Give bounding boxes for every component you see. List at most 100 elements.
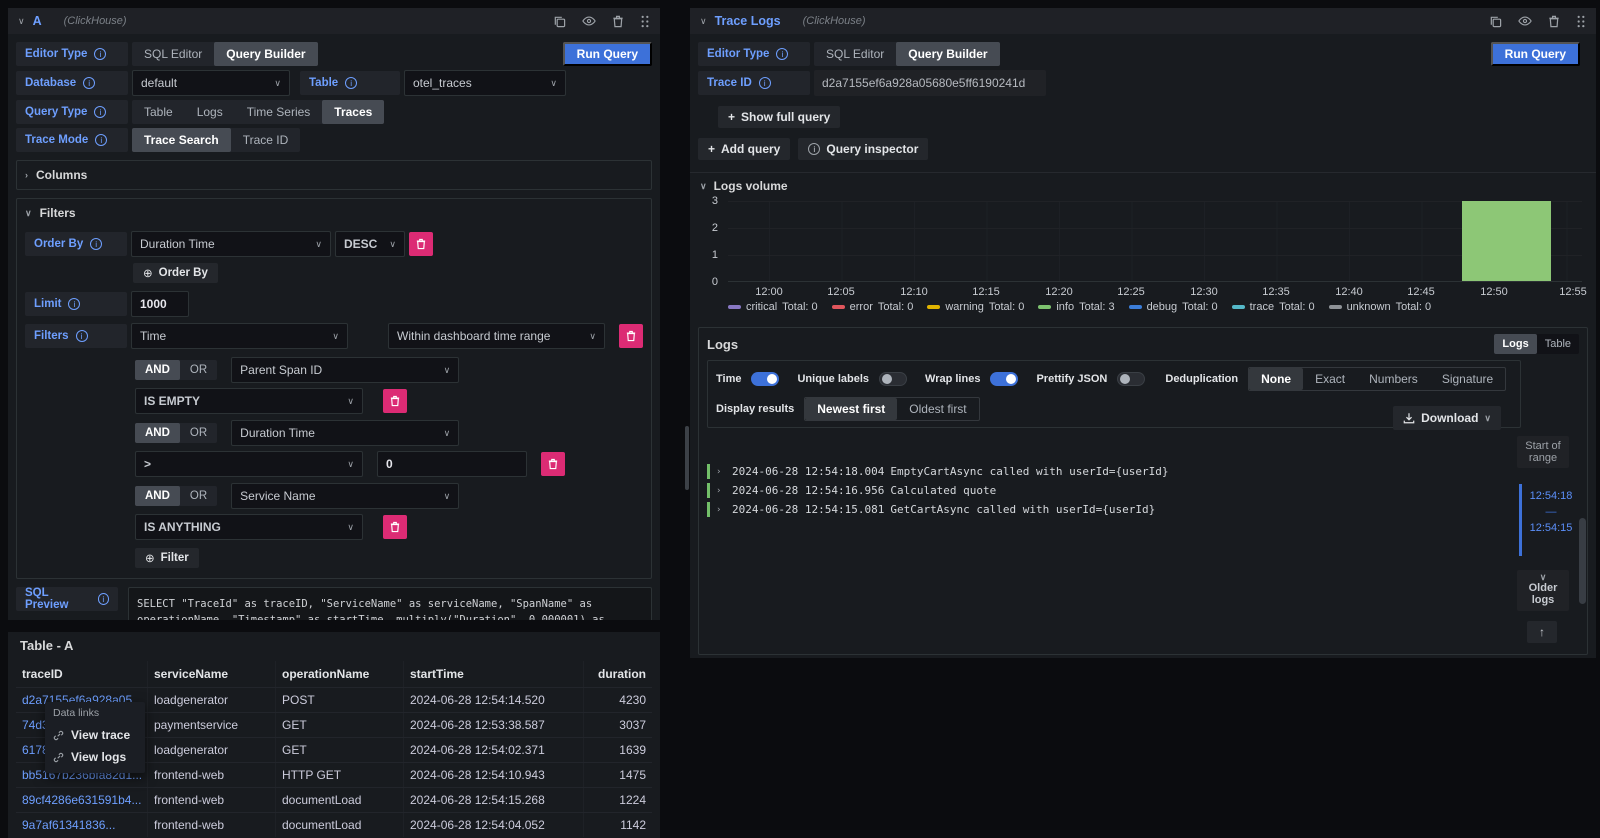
eye-icon[interactable] [1518,15,1532,27]
info-icon[interactable]: i [98,593,109,605]
trash-icon[interactable] [1548,15,1560,28]
scrollbar-thumb[interactable] [1579,518,1586,604]
col-starttime[interactable]: startTime [403,661,583,687]
unique-labels-toggle[interactable] [879,372,907,386]
trace-id-option[interactable]: Trace ID [231,128,301,152]
info-icon[interactable]: i [759,77,771,89]
trace-logs-header[interactable]: ∨ Trace Logs (ClickHouse) [690,8,1596,34]
query-builder-option[interactable]: Query Builder [896,42,999,66]
trace-id-link[interactable]: 9a7af61341836... [16,813,147,837]
info-icon[interactable]: i [76,330,88,342]
and-option[interactable]: AND [135,360,180,380]
query-builder-option[interactable]: Query Builder [214,42,317,66]
query-type-traces[interactable]: Traces [322,100,384,124]
columns-section[interactable]: ›Columns [16,160,652,190]
scrollbar-thumb[interactable] [685,426,689,490]
legend-item[interactable]: unknownTotal: 0 [1329,301,1432,313]
filter-range-select[interactable]: Within dashboard time range∨ [388,323,605,349]
older-logs-button[interactable]: ∨ Older logs [1517,570,1569,611]
drag-handle-icon[interactable] [640,15,650,28]
order-by-field-select[interactable]: Duration Time∨ [131,231,331,257]
dedup-numbers-option[interactable]: Numbers [1357,368,1430,390]
scroll-to-top-button[interactable]: ↑ [1527,621,1557,643]
info-icon[interactable]: i [94,106,106,118]
info-icon[interactable]: i [776,48,788,60]
col-operationname[interactable]: operationName [275,661,403,687]
info-logs-bar[interactable] [1462,201,1551,281]
drag-handle-icon[interactable] [1576,15,1586,28]
log-timeline[interactable]: 12:54:18 — 12:54:15 [1517,484,1573,556]
table-select[interactable]: otel_traces∨ [404,70,566,96]
condition-value-input[interactable]: 0 [377,451,527,477]
col-duration[interactable]: duration [583,661,652,687]
copy-icon[interactable] [1489,15,1502,28]
legend-item[interactable]: infoTotal: 3 [1038,301,1114,313]
and-option[interactable]: AND [135,486,180,506]
legend-item[interactable]: warningTotal: 0 [927,301,1024,313]
chart-plot-area[interactable] [728,201,1582,282]
wrap-lines-toggle[interactable] [990,372,1018,386]
legend-item[interactable]: debugTotal: 0 [1129,301,1218,313]
sql-editor-option[interactable]: SQL Editor [814,42,896,66]
log-line[interactable]: › 2024-06-28 12:54:15.081 GetCartAsync c… [707,500,1579,519]
condition-operator-select[interactable]: >∨ [135,451,363,477]
collapse-chevron-icon[interactable]: ∨ [700,17,707,26]
oldest-first-option[interactable]: Oldest first [897,398,978,420]
and-option[interactable]: AND [135,423,180,443]
dedup-none-option[interactable]: None [1249,368,1303,390]
order-by-direction-select[interactable]: DESC∨ [335,231,405,257]
dedup-exact-option[interactable]: Exact [1303,368,1357,390]
info-icon[interactable]: i [83,77,95,89]
view-logs-option[interactable]: Logs [1494,334,1536,354]
view-trace-link[interactable]: View trace [53,724,137,746]
download-button[interactable]: Download ∨ [1393,406,1501,430]
condition-field-select[interactable]: Duration Time∨ [231,420,459,446]
trace-id-input[interactable]: d2a7155ef6a928a05680e5ff6190241d [814,70,1046,96]
view-logs-link[interactable]: View logs [53,746,137,768]
info-icon[interactable]: i [90,238,102,250]
query-type-timeseries[interactable]: Time Series [235,100,323,124]
remove-condition-button[interactable] [383,389,407,413]
remove-condition-button[interactable] [541,452,565,476]
prettify-json-toggle[interactable] [1117,372,1145,386]
remove-order-by-button[interactable] [409,232,433,256]
add-filter-button[interactable]: ⊕Filter [135,548,199,568]
copy-icon[interactable] [553,15,566,28]
legend-item[interactable]: traceTotal: 0 [1232,301,1315,313]
eye-icon[interactable] [582,15,596,27]
info-icon[interactable]: i [68,298,80,310]
dedup-signature-option[interactable]: Signature [1430,368,1505,390]
info-icon[interactable]: i [95,134,107,146]
logs-volume-header[interactable]: ∨ Logs volume [690,173,1596,197]
condition-field-select[interactable]: Service Name∨ [231,483,459,509]
trash-icon[interactable] [612,15,624,28]
col-servicename[interactable]: serviceName [147,661,275,687]
col-traceid[interactable]: traceID [16,661,147,687]
log-line[interactable]: › 2024-06-28 12:54:16.956 Calculated quo… [707,481,1579,500]
condition-field-select[interactable]: Parent Span ID∨ [231,357,459,383]
sql-editor-option[interactable]: SQL Editor [132,42,214,66]
or-option[interactable]: OR [180,360,217,380]
add-order-by-button[interactable]: ⊕Order By [133,263,218,283]
info-icon[interactable]: i [345,77,357,89]
show-full-query-button[interactable]: +Show full query [718,106,840,128]
time-toggle[interactable] [751,372,779,386]
filter-field-select[interactable]: Time∨ [131,323,348,349]
database-select[interactable]: default∨ [132,70,290,96]
query-type-table[interactable]: Table [132,100,185,124]
collapse-chevron-icon[interactable]: ∨ [18,17,25,26]
or-option[interactable]: OR [180,486,217,506]
info-icon[interactable]: i [94,48,106,60]
limit-input[interactable]: 1000 [131,291,189,317]
trace-search-option[interactable]: Trace Search [132,128,231,152]
query-type-logs[interactable]: Logs [185,100,235,124]
condition-operator-select[interactable]: IS ANYTHING∨ [135,514,363,540]
expand-chevron-icon[interactable]: › [716,467,726,477]
newest-first-option[interactable]: Newest first [805,398,897,420]
legend-item[interactable]: criticalTotal: 0 [728,301,818,313]
panel-a-header[interactable]: ∨ A (ClickHouse) [8,8,660,34]
add-query-button[interactable]: +Add query [698,138,790,160]
expand-chevron-icon[interactable]: › [716,505,726,515]
trace-id-link[interactable]: 89cf4286e631591b4... [16,788,147,812]
log-line[interactable]: › 2024-06-28 12:54:18.004 EmptyCartAsync… [707,462,1579,481]
